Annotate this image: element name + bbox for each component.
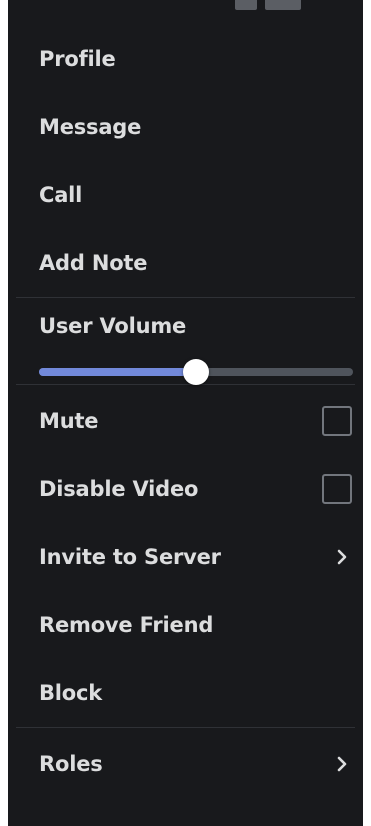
menu-item-roles[interactable]: Roles [8, 730, 363, 798]
menu-item-label: Add Note [39, 251, 148, 275]
menu-item-call[interactable]: Call [8, 161, 363, 229]
mute-checkbox[interactable] [322, 406, 352, 436]
menu-item-message[interactable]: Message [8, 93, 363, 161]
menu-group-moderation: Mute Disable Video Invite to Server Remo… [8, 385, 363, 727]
chevron-right-icon [337, 549, 347, 565]
user-context-menu: Profile Message Call Add Note User Volum… [8, 0, 363, 826]
menu-item-mute[interactable]: Mute [8, 387, 363, 455]
menu-item-label: Disable Video [39, 477, 199, 501]
user-volume-label: User Volume [39, 314, 187, 338]
menu-item-label: Call [39, 183, 83, 207]
chevron-right-icon [337, 756, 347, 772]
menu-item-label: Profile [39, 47, 116, 71]
menu-item-label: Invite to Server [39, 545, 221, 569]
menu-item-add-note[interactable]: Add Note [8, 229, 363, 297]
menu-item-disable-video[interactable]: Disable Video [8, 455, 363, 523]
slider-handle[interactable] [183, 359, 209, 385]
menu-item-label: Block [39, 681, 103, 705]
user-volume-slider[interactable] [39, 359, 353, 385]
menu-item-label: Remove Friend [39, 613, 214, 637]
menu-group-roles: Roles [8, 728, 363, 798]
menu-item-remove-friend[interactable]: Remove Friend [8, 591, 363, 659]
menu-item-label: Mute [39, 409, 99, 433]
menu-item-label: Message [39, 115, 142, 139]
disable-video-checkbox[interactable] [322, 474, 352, 504]
menu-item-block[interactable]: Block [8, 659, 363, 727]
menu-item-profile[interactable]: Profile [8, 25, 363, 93]
menu-item-label: Roles [39, 752, 103, 776]
slider-fill [39, 368, 196, 376]
user-volume-control: User Volume [8, 298, 363, 385]
menu-group-actions: Profile Message Call Add Note [8, 0, 363, 297]
menu-item-invite-to-server[interactable]: Invite to Server [8, 523, 363, 591]
